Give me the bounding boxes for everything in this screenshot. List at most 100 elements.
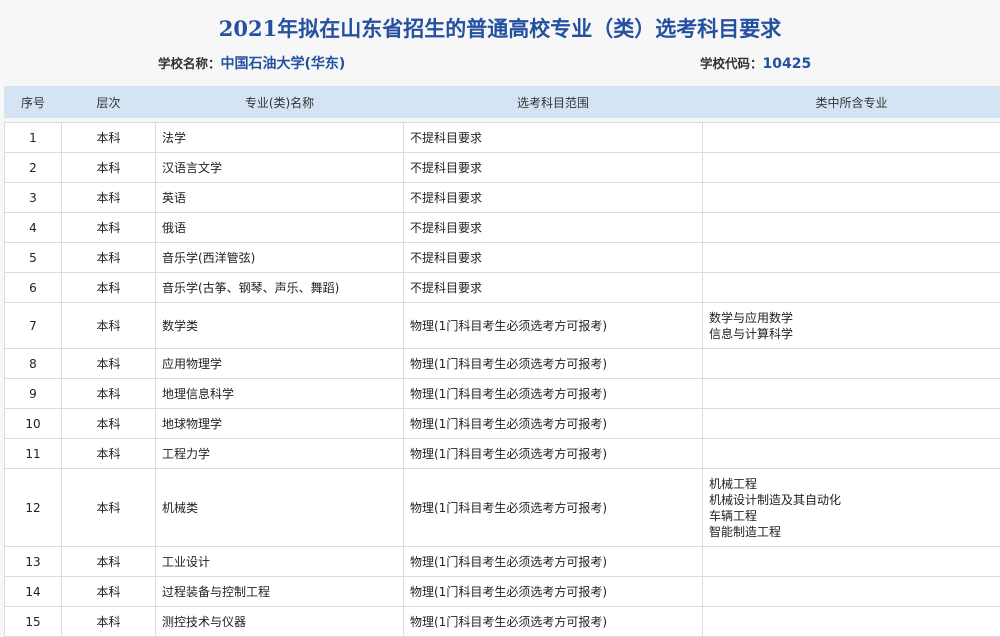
row-major: 工程力学 <box>156 439 404 469</box>
table-body: 1本科法学不提科目要求2本科汉语言文学不提科目要求3本科英语不提科目要求4本科俄… <box>5 118 1000 637</box>
row-requirement: 不提科目要求 <box>404 213 703 243</box>
row-sub-majors <box>703 153 1000 183</box>
row-major: 法学 <box>156 123 404 153</box>
row-level: 本科 <box>62 273 156 303</box>
row-major: 地理信息科学 <box>156 379 404 409</box>
row-requirement: 物理(1门科目考生必须选考方可报考) <box>404 577 703 607</box>
page: 2021年拟在山东省招生的普通高校专业（类）选考科目要求 学校名称：中国石油大学… <box>0 0 1000 636</box>
row-major: 俄语 <box>156 213 404 243</box>
table-row: 14本科过程装备与控制工程物理(1门科目考生必须选考方可报考) <box>5 577 1000 607</box>
table-row: 15本科测控技术与仪器物理(1门科目考生必须选考方可报考) <box>5 607 1000 637</box>
row-major: 地球物理学 <box>156 409 404 439</box>
table-row: 6本科音乐学(古筝、钢琴、声乐、舞蹈)不提科目要求 <box>5 273 1000 303</box>
row-sub-majors <box>703 213 1000 243</box>
row-sub-majors <box>703 349 1000 379</box>
sub-major-item: 车辆工程 <box>709 508 994 524</box>
school-info: 学校名称：中国石油大学(华东) 学校代码：10425 <box>0 45 1000 75</box>
row-number: 13 <box>5 547 62 577</box>
table-row: 7本科数学类物理(1门科目考生必须选考方可报考)数学与应用数学信息与计算科学 <box>5 303 1000 349</box>
row-major: 应用物理学 <box>156 349 404 379</box>
row-level: 本科 <box>62 409 156 439</box>
row-level: 本科 <box>62 213 156 243</box>
sub-major-item: 机械工程 <box>709 476 994 492</box>
row-sub-majors <box>703 273 1000 303</box>
row-major: 英语 <box>156 183 404 213</box>
table-row: 10本科地球物理学物理(1门科目考生必须选考方可报考) <box>5 409 1000 439</box>
row-major: 音乐学(西洋管弦) <box>156 243 404 273</box>
row-major: 汉语言文学 <box>156 153 404 183</box>
row-number: 14 <box>5 577 62 607</box>
school-code: 学校代码：10425 <box>700 53 811 72</box>
row-number: 15 <box>5 607 62 637</box>
row-number: 1 <box>5 123 62 153</box>
table-row: 13本科工业设计物理(1门科目考生必须选考方可报考) <box>5 547 1000 577</box>
row-requirement: 物理(1门科目考生必须选考方可报考) <box>404 409 703 439</box>
requirements-table: 序号 层次 专业(类)名称 选考科目范围 类中所含专业 1本科法学不提科目要求2… <box>4 86 1000 637</box>
table-row: 8本科应用物理学物理(1门科目考生必须选考方可报考) <box>5 349 1000 379</box>
row-sub-majors <box>703 439 1000 469</box>
row-level: 本科 <box>62 577 156 607</box>
row-number: 2 <box>5 153 62 183</box>
row-level: 本科 <box>62 469 156 547</box>
table-row: 1本科法学不提科目要求 <box>5 123 1000 153</box>
row-level: 本科 <box>62 243 156 273</box>
school-code-value: 10425 <box>763 56 812 72</box>
header-requirement: 选考科目范围 <box>404 87 703 118</box>
page-title: 2021年拟在山东省招生的普通高校专业（类）选考科目要求 <box>0 0 1000 45</box>
row-requirement: 不提科目要求 <box>404 123 703 153</box>
row-sub-majors <box>703 243 1000 273</box>
row-sub-majors: 机械工程机械设计制造及其自动化车辆工程智能制造工程 <box>703 469 1000 547</box>
row-number: 4 <box>5 213 62 243</box>
row-number: 7 <box>5 303 62 349</box>
table-row: 5本科音乐学(西洋管弦)不提科目要求 <box>5 243 1000 273</box>
row-sub-majors <box>703 183 1000 213</box>
sub-major-item: 数学与应用数学 <box>709 310 994 326</box>
row-number: 6 <box>5 273 62 303</box>
school-code-label: 学校代码： <box>700 56 763 71</box>
row-sub-majors <box>703 547 1000 577</box>
row-number: 9 <box>5 379 62 409</box>
sub-major-item: 机械设计制造及其自动化 <box>709 492 994 508</box>
row-number: 8 <box>5 349 62 379</box>
row-requirement: 物理(1门科目考生必须选考方可报考) <box>404 547 703 577</box>
row-requirement: 不提科目要求 <box>404 183 703 213</box>
table-row: 9本科地理信息科学物理(1门科目考生必须选考方可报考) <box>5 379 1000 409</box>
row-sub-majors <box>703 409 1000 439</box>
row-sub-majors <box>703 123 1000 153</box>
row-major: 测控技术与仪器 <box>156 607 404 637</box>
row-level: 本科 <box>62 607 156 637</box>
row-sub-majors <box>703 379 1000 409</box>
row-major: 音乐学(古筝、钢琴、声乐、舞蹈) <box>156 273 404 303</box>
row-sub-majors <box>703 577 1000 607</box>
row-requirement: 物理(1门科目考生必须选考方可报考) <box>404 607 703 637</box>
row-level: 本科 <box>62 379 156 409</box>
row-sub-majors <box>703 607 1000 637</box>
sub-major-item: 信息与计算科学 <box>709 326 994 342</box>
table-row: 3本科英语不提科目要求 <box>5 183 1000 213</box>
row-major: 工业设计 <box>156 547 404 577</box>
sub-major-item: 智能制造工程 <box>709 524 994 540</box>
row-requirement: 物理(1门科目考生必须选考方可报考) <box>404 439 703 469</box>
row-level: 本科 <box>62 349 156 379</box>
row-major: 机械类 <box>156 469 404 547</box>
row-level: 本科 <box>62 123 156 153</box>
table-row: 2本科汉语言文学不提科目要求 <box>5 153 1000 183</box>
row-requirement: 物理(1门科目考生必须选考方可报考) <box>404 349 703 379</box>
school-name: 学校名称：中国石油大学(华东) <box>158 53 345 73</box>
row-requirement: 物理(1门科目考生必须选考方可报考) <box>404 303 703 349</box>
row-level: 本科 <box>62 183 156 213</box>
header-level: 层次 <box>62 87 156 118</box>
row-requirement: 不提科目要求 <box>404 153 703 183</box>
row-requirement: 物理(1门科目考生必须选考方可报考) <box>404 469 703 547</box>
table-header-row: 序号 层次 专业(类)名称 选考科目范围 类中所含专业 <box>5 87 1000 118</box>
row-requirement: 不提科目要求 <box>404 243 703 273</box>
row-level: 本科 <box>62 547 156 577</box>
school-name-value: 中国石油大学(华东) <box>221 56 346 72</box>
row-number: 5 <box>5 243 62 273</box>
row-requirement: 物理(1门科目考生必须选考方可报考) <box>404 379 703 409</box>
row-number: 3 <box>5 183 62 213</box>
row-number: 11 <box>5 439 62 469</box>
table-row: 11本科工程力学物理(1门科目考生必须选考方可报考) <box>5 439 1000 469</box>
row-requirement: 不提科目要求 <box>404 273 703 303</box>
school-name-label: 学校名称： <box>158 56 221 71</box>
